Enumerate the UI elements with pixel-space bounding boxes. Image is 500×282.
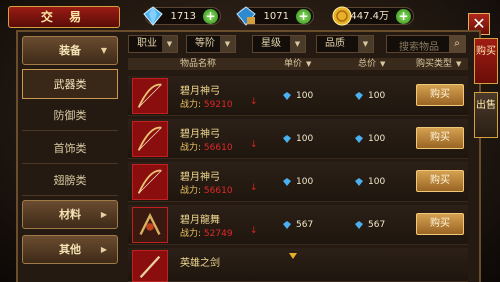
diamond-icon [283, 92, 291, 100]
bound-diamond-balance: 1071 + [236, 6, 314, 26]
unit-price: 100 [296, 177, 314, 187]
header-buy-type[interactable]: 购买类型 [416, 58, 452, 70]
sort-down-icon: ▼ [380, 60, 386, 68]
item-name: 碧月龍舞 [180, 215, 220, 226]
filter-quality-label: 品质 [325, 38, 345, 49]
search-icon[interactable]: ⌕ [449, 36, 465, 52]
diamond-icon [355, 221, 363, 229]
diamond-icon [355, 92, 363, 100]
claw-item-icon [132, 207, 168, 243]
chevron-down-icon: ▼ [100, 46, 107, 55]
unit-price: 567 [296, 220, 314, 230]
item-name: 碧月神弓 [180, 86, 220, 97]
item-name: 碧月神弓 [180, 129, 220, 140]
diamond-icon [283, 135, 291, 143]
total-price: 100 [368, 134, 386, 144]
tab-sell-label: 出售 [476, 100, 496, 111]
chevron-down-icon: ▼ [358, 36, 373, 52]
table-row[interactable]: 碧月神弓 战力: 59210 ↓ 100 100 购买 [128, 76, 468, 116]
search-box[interactable]: 搜索物品 ⌕ [386, 35, 466, 53]
chevron-down-icon: ▼ [290, 36, 305, 52]
add-bound-diamond-button[interactable]: + [296, 9, 311, 24]
category-materials[interactable]: 材料 ▶ [22, 200, 118, 229]
chevron-down-icon: ▼ [162, 36, 177, 52]
sort-down-icon: ▼ [456, 60, 462, 68]
window-title: 交 易 [8, 6, 120, 28]
table-row[interactable]: 碧月神弓 战力: 56610 ↓ 100 100 购买 [128, 119, 468, 159]
total-price: 100 [368, 177, 386, 187]
unit-price: 100 [296, 91, 314, 101]
subcategory-defense[interactable]: 防御类 [22, 101, 118, 131]
category-other[interactable]: 其他 ▶ [22, 235, 118, 264]
sword-item-icon [132, 250, 168, 282]
chevron-down-icon: ▼ [220, 36, 235, 52]
item-name: 英雄之剑 [180, 258, 220, 269]
buy-button[interactable]: 购买 [416, 84, 464, 106]
category-other-label: 其他 [59, 243, 81, 256]
total-price: 100 [368, 91, 386, 101]
bound-diamond-icon [236, 6, 256, 26]
filter-tier[interactable]: 等阶 ▼ [186, 35, 236, 53]
bow-item-icon [132, 78, 168, 114]
buy-button[interactable]: 购买 [416, 213, 464, 235]
header-item-name: 物品名称 [180, 59, 217, 69]
filter-stars-label: 星级 [261, 38, 281, 49]
subcategory-jewelry[interactable]: 首饰类 [22, 134, 118, 164]
chevron-right-icon: ▶ [100, 210, 107, 219]
filter-tier-label: 等阶 [195, 38, 215, 49]
add-diamond-button[interactable]: + [203, 9, 218, 24]
subcategory-wings[interactable]: 翅膀类 [22, 166, 118, 196]
chevron-right-icon: ▶ [100, 245, 107, 254]
power-down-icon: ↓ [250, 183, 258, 193]
power-down-icon: ↓ [250, 140, 258, 150]
category-equipment-label: 装备 [59, 44, 81, 57]
add-gold-button[interactable]: + [396, 9, 411, 24]
diamond-icon [283, 178, 291, 186]
diamond-icon [283, 221, 291, 229]
category-equipment[interactable]: 装备 ▼ [22, 36, 118, 65]
diamond-icon [355, 135, 363, 143]
filter-class-label: 职业 [137, 38, 157, 49]
bow-item-icon [132, 164, 168, 200]
filter-quality[interactable]: 品质 ▼ [316, 35, 374, 53]
gold-value: 447.4万 [350, 11, 389, 22]
power-down-icon: ↓ [250, 97, 258, 107]
diamond-icon [143, 6, 163, 26]
diamond-balance: 1713 + [143, 6, 221, 26]
power-down-icon: ↓ [250, 226, 258, 236]
table-row[interactable]: 英雄之剑 [128, 248, 468, 282]
diamond-value: 1713 [170, 11, 196, 22]
header-unit-price[interactable]: 单价 [284, 58, 302, 70]
diamond-icon [355, 178, 363, 186]
category-materials-label: 材料 [59, 208, 81, 221]
item-power: 战力: 56610 [180, 143, 233, 153]
filter-stars[interactable]: 星级 ▼ [252, 35, 306, 53]
gold-arrow-icon [289, 253, 297, 259]
gold-balance: 447.4万 + [332, 6, 414, 26]
tab-sell[interactable]: 出售 [474, 92, 498, 138]
sort-down-icon: ▼ [306, 60, 312, 68]
search-input[interactable]: 搜索物品 [399, 38, 439, 53]
table-header: 物品名称 单价 ▼ 总价 ▼ 购买类型 ▼ [128, 58, 468, 70]
bow-item-icon [132, 121, 168, 157]
filter-class[interactable]: 职业 ▼ [128, 35, 178, 53]
header-total-price[interactable]: 总价 [358, 58, 376, 70]
unit-price: 100 [296, 134, 314, 144]
item-power: 战力: 52749 [180, 229, 233, 239]
item-power: 战力: 56610 [180, 186, 233, 196]
buy-button[interactable]: 购买 [416, 170, 464, 192]
tab-buy-label: 购买 [476, 46, 496, 57]
subcategory-weapons[interactable]: 武器类 [22, 69, 118, 99]
table-row[interactable]: 碧月神弓 战力: 56610 ↓ 100 100 购买 [128, 162, 468, 202]
total-price: 567 [368, 220, 386, 230]
table-row[interactable]: 碧月龍舞 战力: 52749 ↓ 567 567 购买 [128, 205, 468, 245]
item-name: 碧月神弓 [180, 172, 220, 183]
bound-diamond-value: 1071 [263, 11, 289, 22]
tab-buy[interactable]: 购买 [474, 38, 498, 84]
item-power: 战力: 59210 [180, 100, 233, 110]
buy-button[interactable]: 购买 [416, 127, 464, 149]
